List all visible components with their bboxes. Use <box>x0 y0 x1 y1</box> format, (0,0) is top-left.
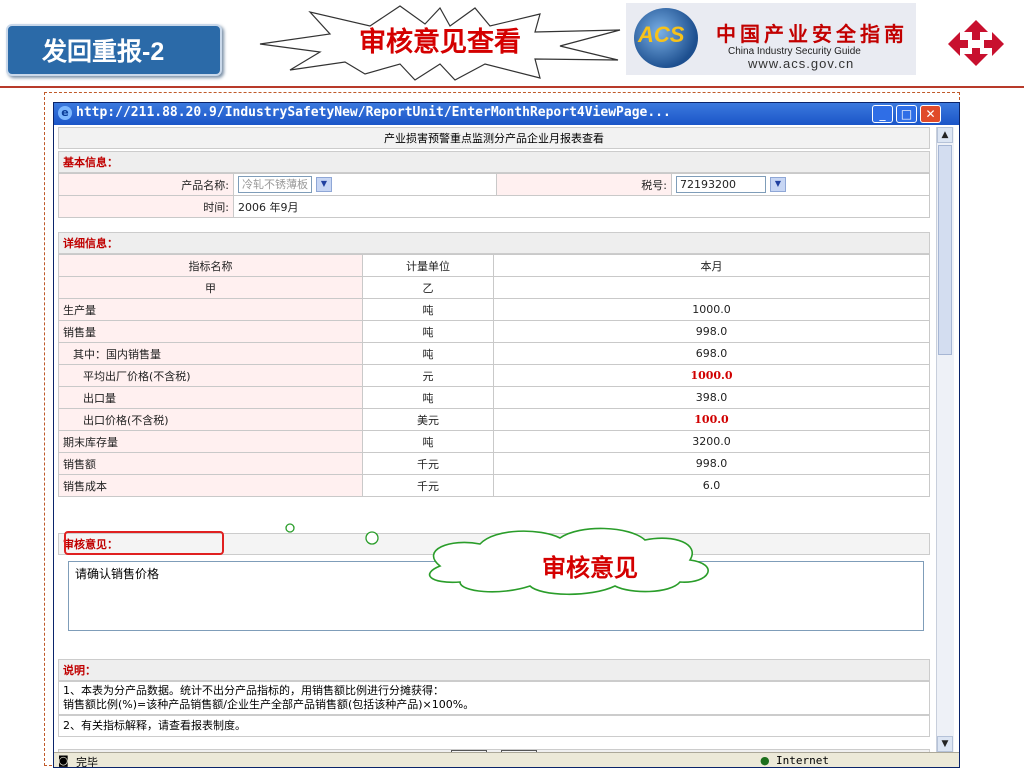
row-value: 3200.0 <box>493 430 930 453</box>
row-name: 出口量 <box>58 386 363 409</box>
detail-info-header: 详细信息： <box>58 232 930 254</box>
detail-header-row: 指标名称 计量单位 本月 <box>58 254 930 277</box>
globe-icon: ● <box>760 754 770 767</box>
header-rule <box>0 86 1024 88</box>
arrows-logo-icon <box>948 20 1004 66</box>
scroll-thumb[interactable] <box>938 145 952 355</box>
tax-number-select[interactable]: 72193200 <box>676 176 766 193</box>
row-name: 销售量 <box>58 320 363 343</box>
status-text: 完毕 <box>76 756 98 768</box>
vertical-scrollbar[interactable]: ▲ ▼ <box>936 127 954 753</box>
col-header-month: 本月 <box>493 254 930 277</box>
time-value: 2006 年9月 <box>233 195 930 218</box>
ie-icon: e <box>58 106 72 120</box>
product-name-value: 冷轧不锈薄板 <box>242 178 308 191</box>
table-row: 销售额 千元 998.0 <box>58 452 930 475</box>
row-value: 398.0 <box>493 386 930 409</box>
minimize-button[interactable]: _ <box>872 105 893 123</box>
row-name: 出口价格(不含税) <box>58 408 363 431</box>
maximize-icon: □ <box>900 107 913 121</box>
row-value: 1000.0 <box>493 364 930 387</box>
acs-logo-badge: ACS <box>638 22 685 47</box>
row-unit: 元 <box>362 364 494 387</box>
acs-logo-cn: 中国产业安全指南 <box>716 22 908 46</box>
detail-table: 指标名称 计量单位 本月 甲 乙 生产量吨 1000.0 销售量吨 998.0 其中：国… <box>58 254 930 497</box>
row-unit: 吨 <box>362 342 494 365</box>
tax-number-label: 税号: <box>496 173 672 196</box>
close-icon: ✕ <box>925 107 936 121</box>
tax-number-value: 72193200 <box>680 178 736 191</box>
row-unit: 千元 <box>362 474 494 497</box>
row-value: 100.0 <box>493 408 930 431</box>
table-row: 出口价格(不含税) 美元 100.0 <box>58 408 930 431</box>
row-name: 其中：国内销售量 <box>58 342 363 365</box>
row-unit: 吨 <box>362 430 494 453</box>
detail-subheader-row: 甲 乙 <box>58 276 930 299</box>
acs-logo-url: www.acs.gov.cn <box>748 56 855 71</box>
row-unit: 千元 <box>362 452 494 475</box>
tax-number-cell: 72193200 ▼ <box>671 173 930 196</box>
minimize-icon: _ <box>879 107 886 121</box>
row-unit: 吨 <box>362 386 494 409</box>
col-header-unit: 计量单位 <box>362 254 494 277</box>
basic-info-header: 基本信息： <box>58 151 930 173</box>
row-name: 平均出厂价格(不含税) <box>58 364 363 387</box>
star-banner-label: 审核意见查看 <box>359 27 521 58</box>
table-row: 平均出厂价格(不含税) 元 1000.0 <box>58 364 930 387</box>
table-row: 生产量吨 1000.0 <box>58 298 930 321</box>
subheader-unit: 乙 <box>362 276 494 299</box>
chevron-down-icon[interactable]: ▼ <box>316 177 332 192</box>
basic-info-table: 产品名称: 冷轧不锈薄板 ▼ 税号: 72193200 ▼ 时间: 2006 年… <box>58 173 930 218</box>
note-1-line-2: 销售额比例(%)=该种产品销售额/企业生产全部产品销售额(包括该种产品)×100… <box>63 698 475 711</box>
review-text: 请确认销售价格 <box>75 567 160 581</box>
browser-window: e http://211.88.20.9/IndustrySafetyNew/R… <box>53 102 960 768</box>
row-unit: 吨 <box>362 298 494 321</box>
window-title: http://211.88.20.9/IndustrySafetyNew/Rep… <box>76 105 671 120</box>
table-row: 销售量吨 998.0 <box>58 320 930 343</box>
subheader-name: 甲 <box>58 276 363 299</box>
chevron-down-icon[interactable]: ▼ <box>770 177 786 192</box>
table-row: 出口量吨 398.0 <box>58 386 930 409</box>
table-row: 期末库存量吨 3200.0 <box>58 430 930 453</box>
col-header-name: 指标名称 <box>58 254 363 277</box>
row-value: 998.0 <box>493 320 930 343</box>
report-title: 产业损害预警重点监测分产品企业月报表查看 <box>58 127 930 149</box>
status-bar: ◙ 完毕 ● Internet <box>54 752 959 768</box>
row-value: 6.0 <box>493 474 930 497</box>
note-2: 2、有关指标解释，请查看报表制度。 <box>58 715 930 737</box>
row-value: 1000.0 <box>493 298 930 321</box>
page-icon: ◙ <box>58 754 69 767</box>
row-name: 期末库存量 <box>58 430 363 453</box>
product-name-cell: 冷轧不锈薄板 ▼ <box>233 173 497 196</box>
close-window-button[interactable]: ✕ <box>920 105 941 123</box>
row-name: 销售成本 <box>58 474 363 497</box>
time-label: 时间: <box>58 195 234 218</box>
row-value: 998.0 <box>493 452 930 475</box>
table-row: 销售成本 千元 6.0 <box>58 474 930 497</box>
cloud-callout-label: 审核意见 <box>542 553 638 582</box>
status-zone: Internet <box>776 754 829 767</box>
maximize-button[interactable]: □ <box>896 105 917 123</box>
note-1-line-1: 1、本表为分产品数据。统计不出分产品指标的，用销售额比例进行分摊获得： <box>63 684 444 697</box>
row-unit: 美元 <box>362 408 494 431</box>
row-value: 698.0 <box>493 342 930 365</box>
product-name-select[interactable]: 冷轧不锈薄板 <box>238 176 312 193</box>
row-unit: 吨 <box>362 320 494 343</box>
row-name: 生产量 <box>58 298 363 321</box>
slide-title-tag: 发回重报-2 <box>6 24 222 76</box>
review-highlight-box <box>64 531 224 555</box>
window-titlebar[interactable]: e http://211.88.20.9/IndustrySafetyNew/R… <box>54 103 959 125</box>
page-content: 产业损害预警重点监测分产品企业月报表查看 基本信息： 产品名称: 冷轧不锈薄板 … <box>58 127 936 767</box>
scroll-down-icon[interactable]: ▼ <box>937 736 953 752</box>
row-name: 销售额 <box>58 452 363 475</box>
notes-header: 说明： <box>58 659 930 681</box>
note-1: 1、本表为分产品数据。统计不出分产品指标的，用销售额比例进行分摊获得： 销售额比… <box>58 681 930 715</box>
table-row: 其中：国内销售量吨 698.0 <box>58 342 930 365</box>
subheader-month <box>493 276 930 299</box>
scroll-up-icon[interactable]: ▲ <box>937 127 953 143</box>
product-name-label: 产品名称: <box>58 173 234 196</box>
